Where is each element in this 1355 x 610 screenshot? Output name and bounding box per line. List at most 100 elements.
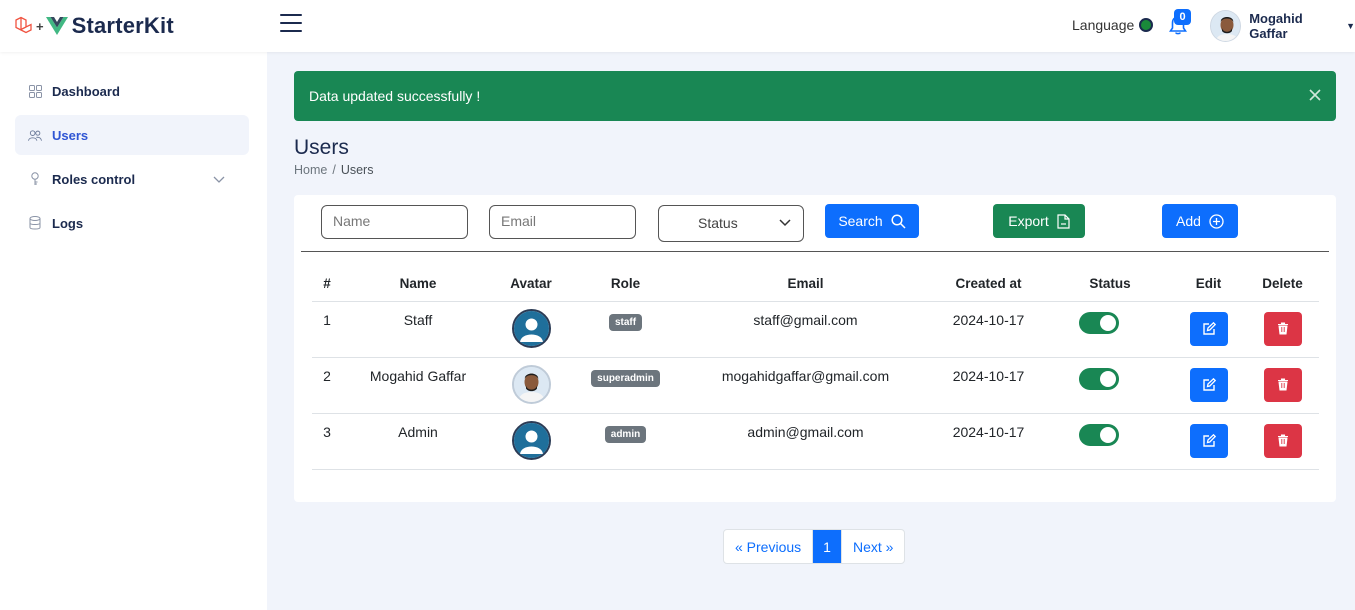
users-icon <box>28 128 42 142</box>
table-row: 1 Staff staff staff@gmail.com 2024-10-17 <box>312 301 1319 358</box>
delete-button[interactable] <box>1263 311 1302 346</box>
cell-role: admin <box>568 413 683 470</box>
sidebar-item-roles-control[interactable]: Roles control <box>15 159 249 199</box>
column-header[interactable]: Avatar <box>494 267 568 302</box>
status-select[interactable]: Status <box>658 205 804 242</box>
table-row: 3 Admin admin admin@gmail.com 2024-10-17 <box>312 413 1319 470</box>
cell-status <box>1049 301 1171 358</box>
column-header[interactable]: Status <box>1049 267 1171 302</box>
pagination-next[interactable]: Next » <box>840 530 904 563</box>
cell-avatar <box>494 357 568 414</box>
export-button[interactable]: Export <box>993 204 1085 238</box>
cell-delete <box>1246 413 1319 470</box>
pagination: « Previous 1 Next » <box>723 529 906 564</box>
column-header[interactable]: Email <box>683 267 928 302</box>
role-badge: superadmin <box>591 369 660 387</box>
role-badge: admin <box>604 425 647 443</box>
language-label: Language <box>1072 17 1135 33</box>
globe-icon <box>1139 18 1154 32</box>
notification-badge: 0 <box>1174 9 1191 25</box>
column-header[interactable]: Role <box>568 267 683 302</box>
menu-toggle-icon[interactable] <box>280 14 302 34</box>
users-card: Name Email Status Search Export Add # Na… <box>294 195 1336 502</box>
status-toggle[interactable] <box>1079 367 1119 390</box>
divider <box>301 251 1329 252</box>
success-alert: Data updated successfully ! <box>294 71 1336 121</box>
trash-icon <box>1277 434 1288 447</box>
pagination-previous[interactable]: « Previous <box>724 530 814 563</box>
cell-id: 1 <box>312 301 342 358</box>
name-filter-input[interactable]: Name <box>321 205 468 239</box>
cell-created-at: 2024-10-17 <box>928 357 1049 414</box>
default-avatar-icon <box>511 308 551 348</box>
cell-avatar <box>494 301 568 358</box>
sidebar: Dashboard Users Roles control Logs <box>0 52 267 610</box>
brand-name: StarterKit <box>71 13 174 38</box>
vue-icon <box>45 17 68 35</box>
search-icon <box>891 213 906 229</box>
edit-icon <box>1202 433 1216 447</box>
file-export-icon <box>1057 213 1070 229</box>
edit-icon <box>1202 321 1216 335</box>
cell-delete <box>1246 301 1319 358</box>
user-name: Mogahid Gaffar <box>1249 11 1303 41</box>
default-avatar-icon <box>511 420 551 460</box>
cell-name: Mogahid Gaffar <box>342 357 494 414</box>
chevron-down-icon <box>213 171 225 189</box>
grid-icon <box>28 84 42 98</box>
caret-down-icon: ▼ <box>1346 21 1355 31</box>
cell-created-at: 2024-10-17 <box>928 301 1049 358</box>
delete-button[interactable] <box>1263 367 1302 402</box>
language-selector[interactable]: Language <box>1072 17 1154 33</box>
top-navbar: + StarterKit Language 0 Mogahid Gaffar ▼ <box>0 0 1355 52</box>
column-header[interactable]: Delete <box>1246 267 1319 302</box>
breadcrumb-current: Users <box>340 163 374 177</box>
table-header-row: # Name Avatar Role Email Created at Stat… <box>312 267 1319 302</box>
email-filter-input[interactable]: Email <box>489 205 636 239</box>
edit-button[interactable] <box>1189 423 1228 458</box>
sidebar-item-dashboard[interactable]: Dashboard <box>15 71 249 111</box>
sidebar-item-label: Logs <box>52 215 84 231</box>
sidebar-item-label: Users <box>52 127 89 143</box>
close-icon[interactable] <box>1308 88 1322 102</box>
photo-avatar <box>511 364 551 404</box>
cell-name: Staff <box>342 301 494 358</box>
breadcrumb-home[interactable]: Home <box>294 163 327 177</box>
cell-delete <box>1246 357 1319 414</box>
brand-logo[interactable]: + StarterKit <box>14 12 174 40</box>
sidebar-item-label: Roles control <box>52 171 136 187</box>
table-row: 2 Mogahid Gaffar superadmin mogahidgaffa… <box>312 357 1319 414</box>
cell-email: admin@gmail.com <box>683 413 928 470</box>
cell-edit <box>1171 357 1246 414</box>
alert-message: Data updated successfully ! <box>309 88 481 104</box>
cell-edit <box>1171 301 1246 358</box>
column-header[interactable]: Name <box>342 267 494 302</box>
breadcrumb: Home / Users <box>294 163 373 177</box>
brand-plus: + <box>36 18 44 34</box>
column-header[interactable]: Edit <box>1171 267 1246 302</box>
key-icon <box>28 172 42 186</box>
edit-button[interactable] <box>1189 311 1228 346</box>
edit-button[interactable] <box>1189 367 1228 402</box>
sidebar-item-label: Dashboard <box>52 83 120 99</box>
user-menu[interactable]: Mogahid Gaffar ▼ <box>1210 10 1355 42</box>
cell-avatar <box>494 413 568 470</box>
sidebar-item-logs[interactable]: Logs <box>15 203 249 243</box>
column-header[interactable]: Created at <box>928 267 1049 302</box>
cell-role: superadmin <box>568 357 683 414</box>
cell-email: mogahidgaffar@gmail.com <box>683 357 928 414</box>
column-header[interactable]: # <box>312 267 342 302</box>
sidebar-item-users[interactable]: Users <box>15 115 249 155</box>
search-button[interactable]: Search <box>825 204 919 238</box>
status-toggle[interactable] <box>1079 423 1119 446</box>
cell-id: 3 <box>312 413 342 470</box>
plus-circle-icon <box>1209 213 1224 229</box>
laravel-icon <box>15 16 32 34</box>
add-button-label: Add <box>1176 213 1201 229</box>
edit-icon <box>1202 377 1216 391</box>
status-toggle[interactable] <box>1079 311 1119 334</box>
add-button[interactable]: Add <box>1162 204 1238 238</box>
delete-button[interactable] <box>1263 423 1302 458</box>
pagination-page-1[interactable]: 1 <box>813 530 841 563</box>
cell-name: Admin <box>342 413 494 470</box>
